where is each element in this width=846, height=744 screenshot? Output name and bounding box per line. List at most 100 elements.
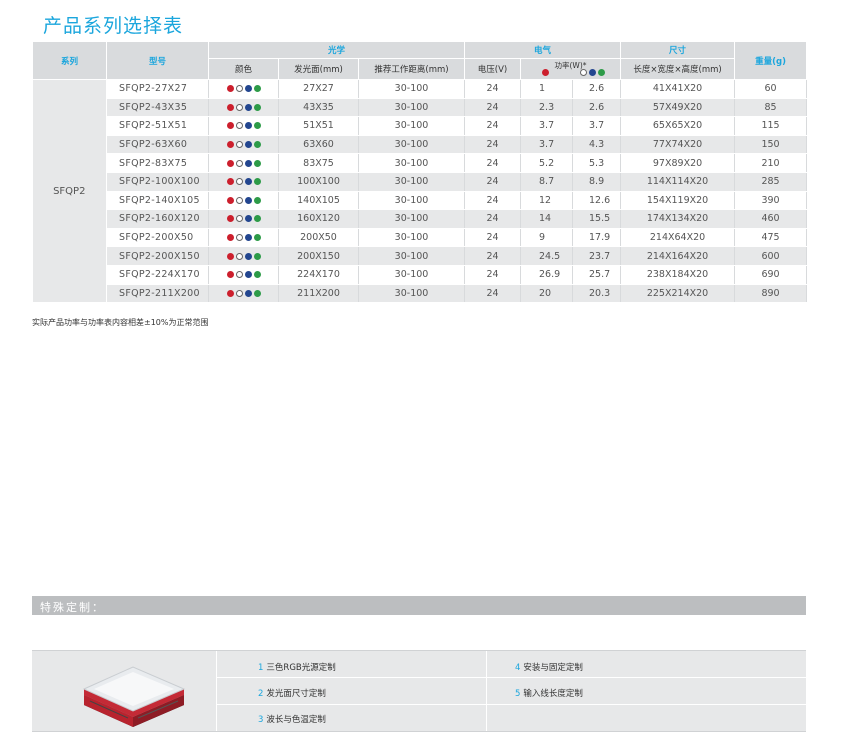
model-cell: SFQP2-200X50 (106, 228, 209, 248)
work-distance-cell: 30-100 (358, 209, 466, 229)
color-cell (208, 172, 279, 192)
white-dot-icon (580, 69, 588, 76)
white-dot-icon (235, 141, 243, 149)
model-cell: SFQP2-51X51 (106, 116, 209, 136)
voltage-cell: 24 (464, 246, 522, 266)
weight-cell: 690 (734, 265, 808, 285)
white-dot-icon (235, 252, 243, 260)
color-cell (208, 284, 279, 304)
green-dot-icon (253, 103, 261, 111)
weight-cell: 460 (734, 209, 808, 229)
weight-cell: 115 (734, 116, 808, 136)
color-cell (208, 79, 279, 99)
power-red-cell: 20 (520, 284, 574, 304)
red-dot-icon (226, 141, 234, 149)
custom-option-rgb: 1 三色RGB光源定制 (258, 663, 336, 673)
work-distance-cell: 30-100 (358, 284, 466, 304)
customization-title: 特殊定制： (40, 601, 105, 614)
red-dot-icon (226, 289, 234, 297)
weight-cell: 150 (734, 135, 808, 155)
green-dot-icon (253, 122, 261, 130)
emit-area-cell: 200X50 (278, 228, 359, 248)
white-dot-icon (235, 271, 243, 279)
blue-dot-icon (244, 252, 252, 260)
model-cell: SFQP2-200X150 (106, 246, 209, 266)
dimensions-cell: 238X184X20 (620, 265, 736, 285)
header-model: 型号 (106, 41, 209, 80)
red-dot-icon (542, 69, 550, 76)
emit-area-cell: 200X150 (278, 246, 359, 266)
model-cell: SFQP2-100X100 (106, 172, 209, 192)
power-tolerance-note: 实际产品功率与功率表内容相差±10%为正常范围 (32, 318, 209, 327)
emit-area-cell: 63X60 (278, 135, 359, 155)
power-red-cell: 9 (520, 228, 574, 248)
power-wbg-cell: 12.6 (572, 191, 622, 211)
power-red-cell: 8.7 (520, 172, 574, 192)
blue-dot-icon (244, 234, 252, 242)
blue-dot-icon (244, 178, 252, 186)
header-electrical: 电气 (464, 41, 622, 59)
green-dot-icon (598, 69, 606, 76)
color-cell (208, 191, 279, 211)
power-red-cell: 3.7 (520, 135, 574, 155)
table-row: SFQP2-200X150 200X150 30-100 24 24.5 23.7 214X… (33, 246, 808, 266)
model-cell: SFQP2-224X170 (106, 265, 209, 285)
weight-cell: 600 (734, 246, 808, 266)
blue-dot-icon (244, 271, 252, 279)
white-dot-icon (235, 159, 243, 167)
red-dot-icon (226, 196, 234, 204)
blue-dot-icon (244, 85, 252, 93)
color-cell (208, 209, 279, 229)
page-title: 产品系列选择表 (43, 15, 184, 37)
power-wbg-cell: 2.6 (572, 79, 622, 99)
voltage-cell: 24 (464, 284, 522, 304)
voltage-cell: 24 (464, 172, 522, 192)
white-dot-icon (235, 178, 243, 186)
blue-dot-icon (244, 103, 252, 111)
color-cell (208, 228, 279, 248)
white-dot-icon (235, 289, 243, 297)
dimensions-cell: 97X89X20 (620, 153, 736, 173)
work-distance-cell: 30-100 (358, 191, 466, 211)
power-wbg-cell: 15.5 (572, 209, 622, 229)
table-row: SFQP2-160X120 160X120 30-100 24 14 15.5 174X13… (33, 209, 808, 229)
weight-cell: 285 (734, 172, 808, 192)
power-red-cell: 2.3 (520, 98, 574, 118)
model-cell: SFQP2-63X60 (106, 135, 209, 155)
header-size: 尺寸 (620, 41, 736, 59)
table-row: SFQP2-51X51 51X51 30-100 24 3.7 3.7 65X65X20 11… (33, 116, 808, 136)
voltage-cell: 24 (464, 116, 522, 136)
green-dot-icon (253, 215, 261, 223)
voltage-cell: 24 (464, 265, 522, 285)
work-distance-cell: 30-100 (358, 98, 466, 118)
emit-area-cell: 83X75 (278, 153, 359, 173)
emit-area-cell: 211X200 (278, 284, 359, 304)
emit-area-cell: 160X120 (278, 209, 359, 229)
dimensions-cell: 57X49X20 (620, 98, 736, 118)
power-red-cell: 12 (520, 191, 574, 211)
model-cell: SFQP2-140X105 (106, 191, 209, 211)
power-wbg-cell: 8.9 (572, 172, 622, 192)
dimensions-cell: 65X65X20 (620, 116, 736, 136)
color-cell (208, 246, 279, 266)
header-optics: 光学 (207, 41, 466, 59)
power-wbg-cell: 4.3 (572, 135, 622, 155)
blue-dot-icon (589, 69, 597, 76)
customization-header-bar: 特殊定制： (32, 596, 806, 615)
weight-cell: 210 (734, 153, 808, 173)
weight-cell: 85 (734, 98, 808, 118)
emit-area-cell: 224X170 (278, 265, 359, 285)
power-red-cell: 24.5 (520, 246, 574, 266)
voltage-cell: 24 (464, 79, 522, 99)
white-dot-icon (235, 85, 243, 93)
table-row: SFQP2-211X200 211X200 30-100 24 20 20.3 225X21… (33, 284, 808, 304)
power-wbg-cell: 3.7 (572, 116, 622, 136)
custom-option-cable-length: 5 输入线长度定制 (515, 689, 583, 699)
white-dot-icon (235, 196, 243, 204)
header-work-distance: 推荐工作距离(mm) (357, 58, 466, 80)
color-cell (208, 265, 279, 285)
model-cell: SFQP2-43X35 (106, 98, 209, 118)
header-voltage: 电压(V) (464, 58, 522, 80)
dimensions-cell: 214X64X20 (620, 228, 736, 248)
red-dot-icon (226, 159, 234, 167)
